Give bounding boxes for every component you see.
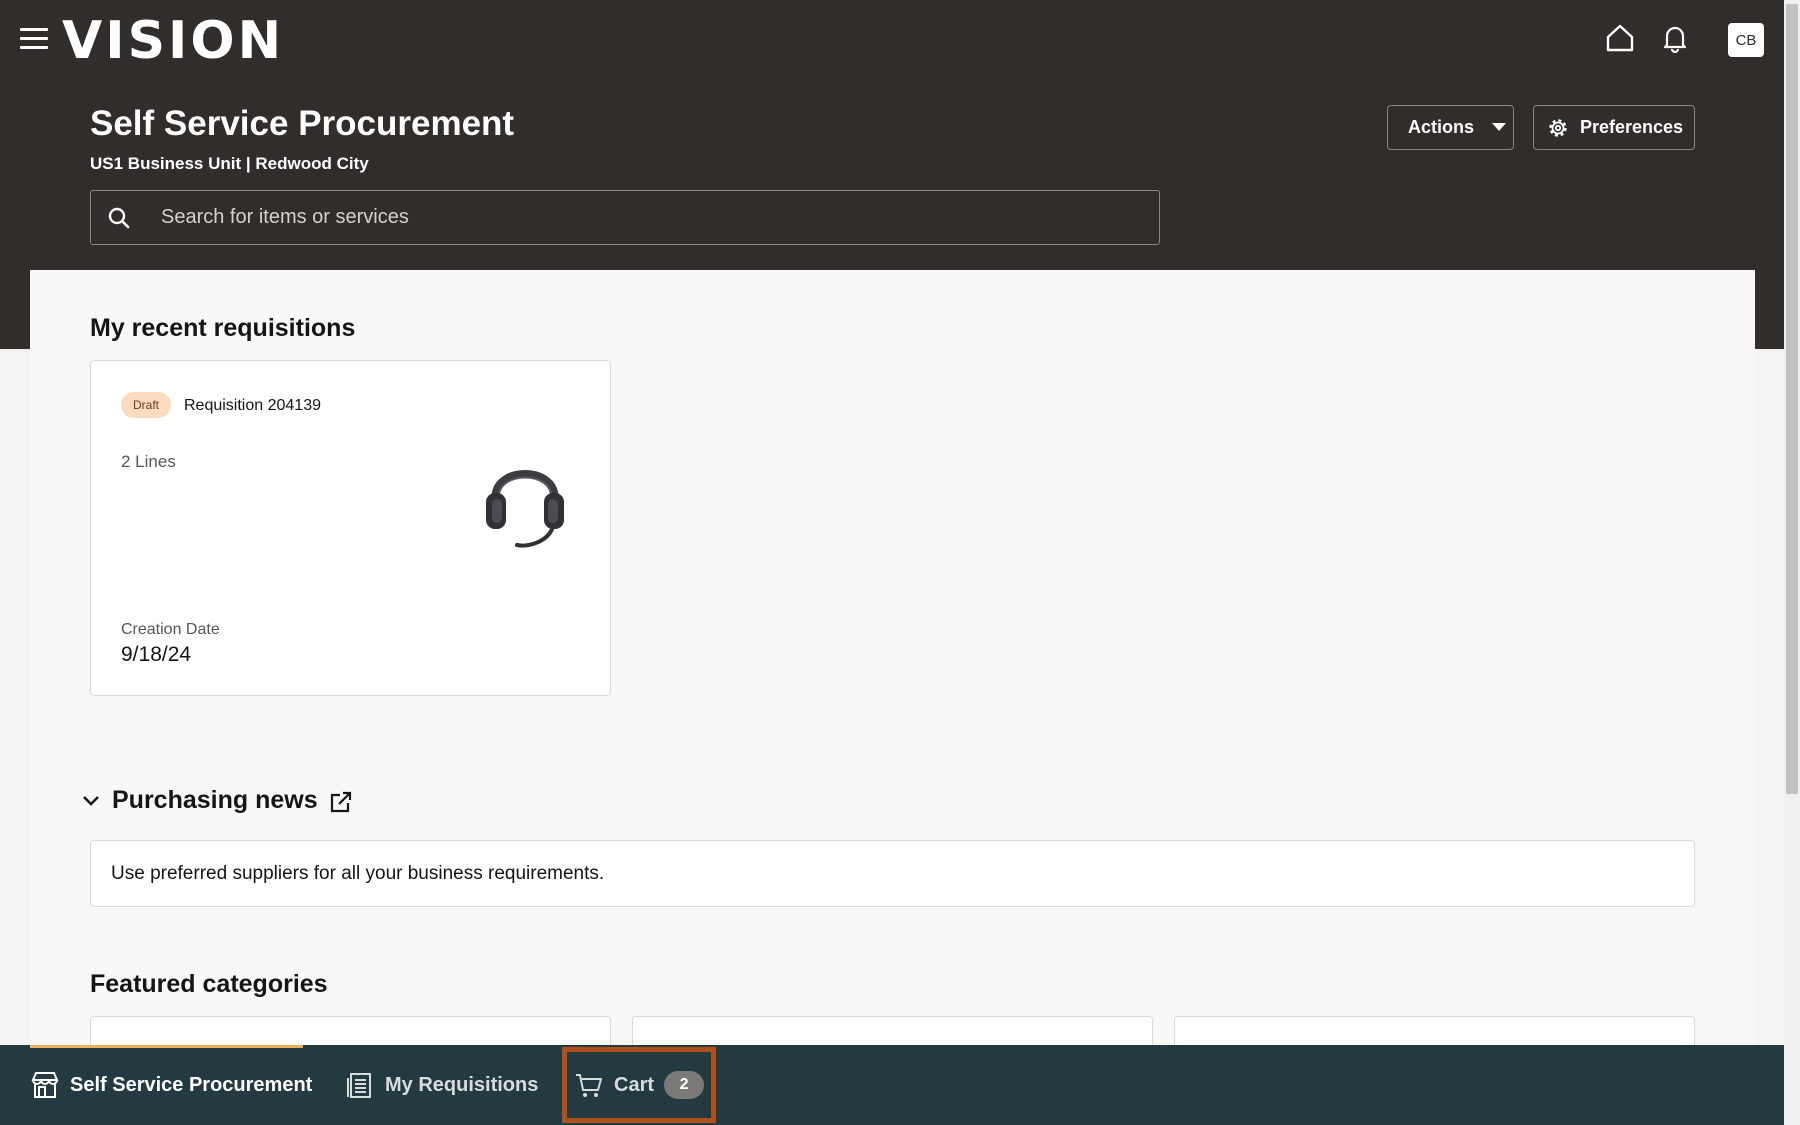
vision-logo: VISION <box>62 11 285 71</box>
actions-label: Actions <box>1408 117 1475 137</box>
page-title: Self Service Procurement <box>90 104 515 143</box>
requisition-title: Requisition 204139 <box>184 397 321 414</box>
actions-button[interactable]: Actions <box>1387 105 1514 150</box>
creation-date-label: Creation Date <box>121 621 220 638</box>
headset-image <box>483 447 567 551</box>
page-subtitle: US1 Business Unit | Redwood City <box>90 154 369 173</box>
home-icon[interactable] <box>1604 22 1636 54</box>
scrollbar-thumb[interactable] <box>1786 4 1798 794</box>
bell-icon[interactable] <box>1659 22 1691 54</box>
external-link-icon[interactable] <box>329 790 353 814</box>
news-message-box: Use preferred suppliers for all your bus… <box>90 840 1695 907</box>
requisition-card[interactable]: Draft Requisition 204139 2 Lines Creatio… <box>90 360 611 696</box>
recent-requisitions-heading: My recent requisitions <box>90 314 356 342</box>
store-icon <box>31 1072 59 1098</box>
nav-label: Self Service Procurement <box>70 1073 313 1096</box>
caret-down-icon <box>1492 123 1507 131</box>
gear-icon <box>1549 118 1567 137</box>
search-bar[interactable] <box>90 190 1160 245</box>
creation-date-value: 9/18/24 <box>121 643 192 666</box>
news-message: Use preferred suppliers for all your bus… <box>111 862 605 884</box>
user-avatar[interactable]: CB <box>1728 23 1764 57</box>
cart-highlight-frame <box>562 1047 716 1123</box>
nav-my-requisitions[interactable]: My Requisitions <box>345 1045 538 1125</box>
nav-self-service-procurement[interactable]: Self Service Procurement <box>30 1045 312 1125</box>
requisition-lines: 2 Lines <box>121 452 176 471</box>
chevron-down-icon[interactable] <box>82 795 100 807</box>
preferences-button[interactable]: Preferences <box>1533 105 1695 150</box>
nav-label: My Requisitions <box>385 1073 539 1096</box>
requisitions-icon <box>347 1073 371 1098</box>
featured-categories-heading: Featured categories <box>90 970 328 998</box>
menu-icon[interactable] <box>20 28 48 50</box>
search-input[interactable] <box>161 206 1061 229</box>
preferences-label: Preferences <box>1580 117 1684 137</box>
bottom-navigation: Self Service Procurement My Requisitions… <box>0 1045 1784 1125</box>
search-icon <box>108 207 130 228</box>
scrollbar[interactable] <box>1784 0 1800 1125</box>
status-badge: Draft <box>121 392 172 418</box>
purchasing-news-heading: Purchasing news <box>112 786 318 814</box>
global-header: VISION CB <box>0 0 1784 80</box>
